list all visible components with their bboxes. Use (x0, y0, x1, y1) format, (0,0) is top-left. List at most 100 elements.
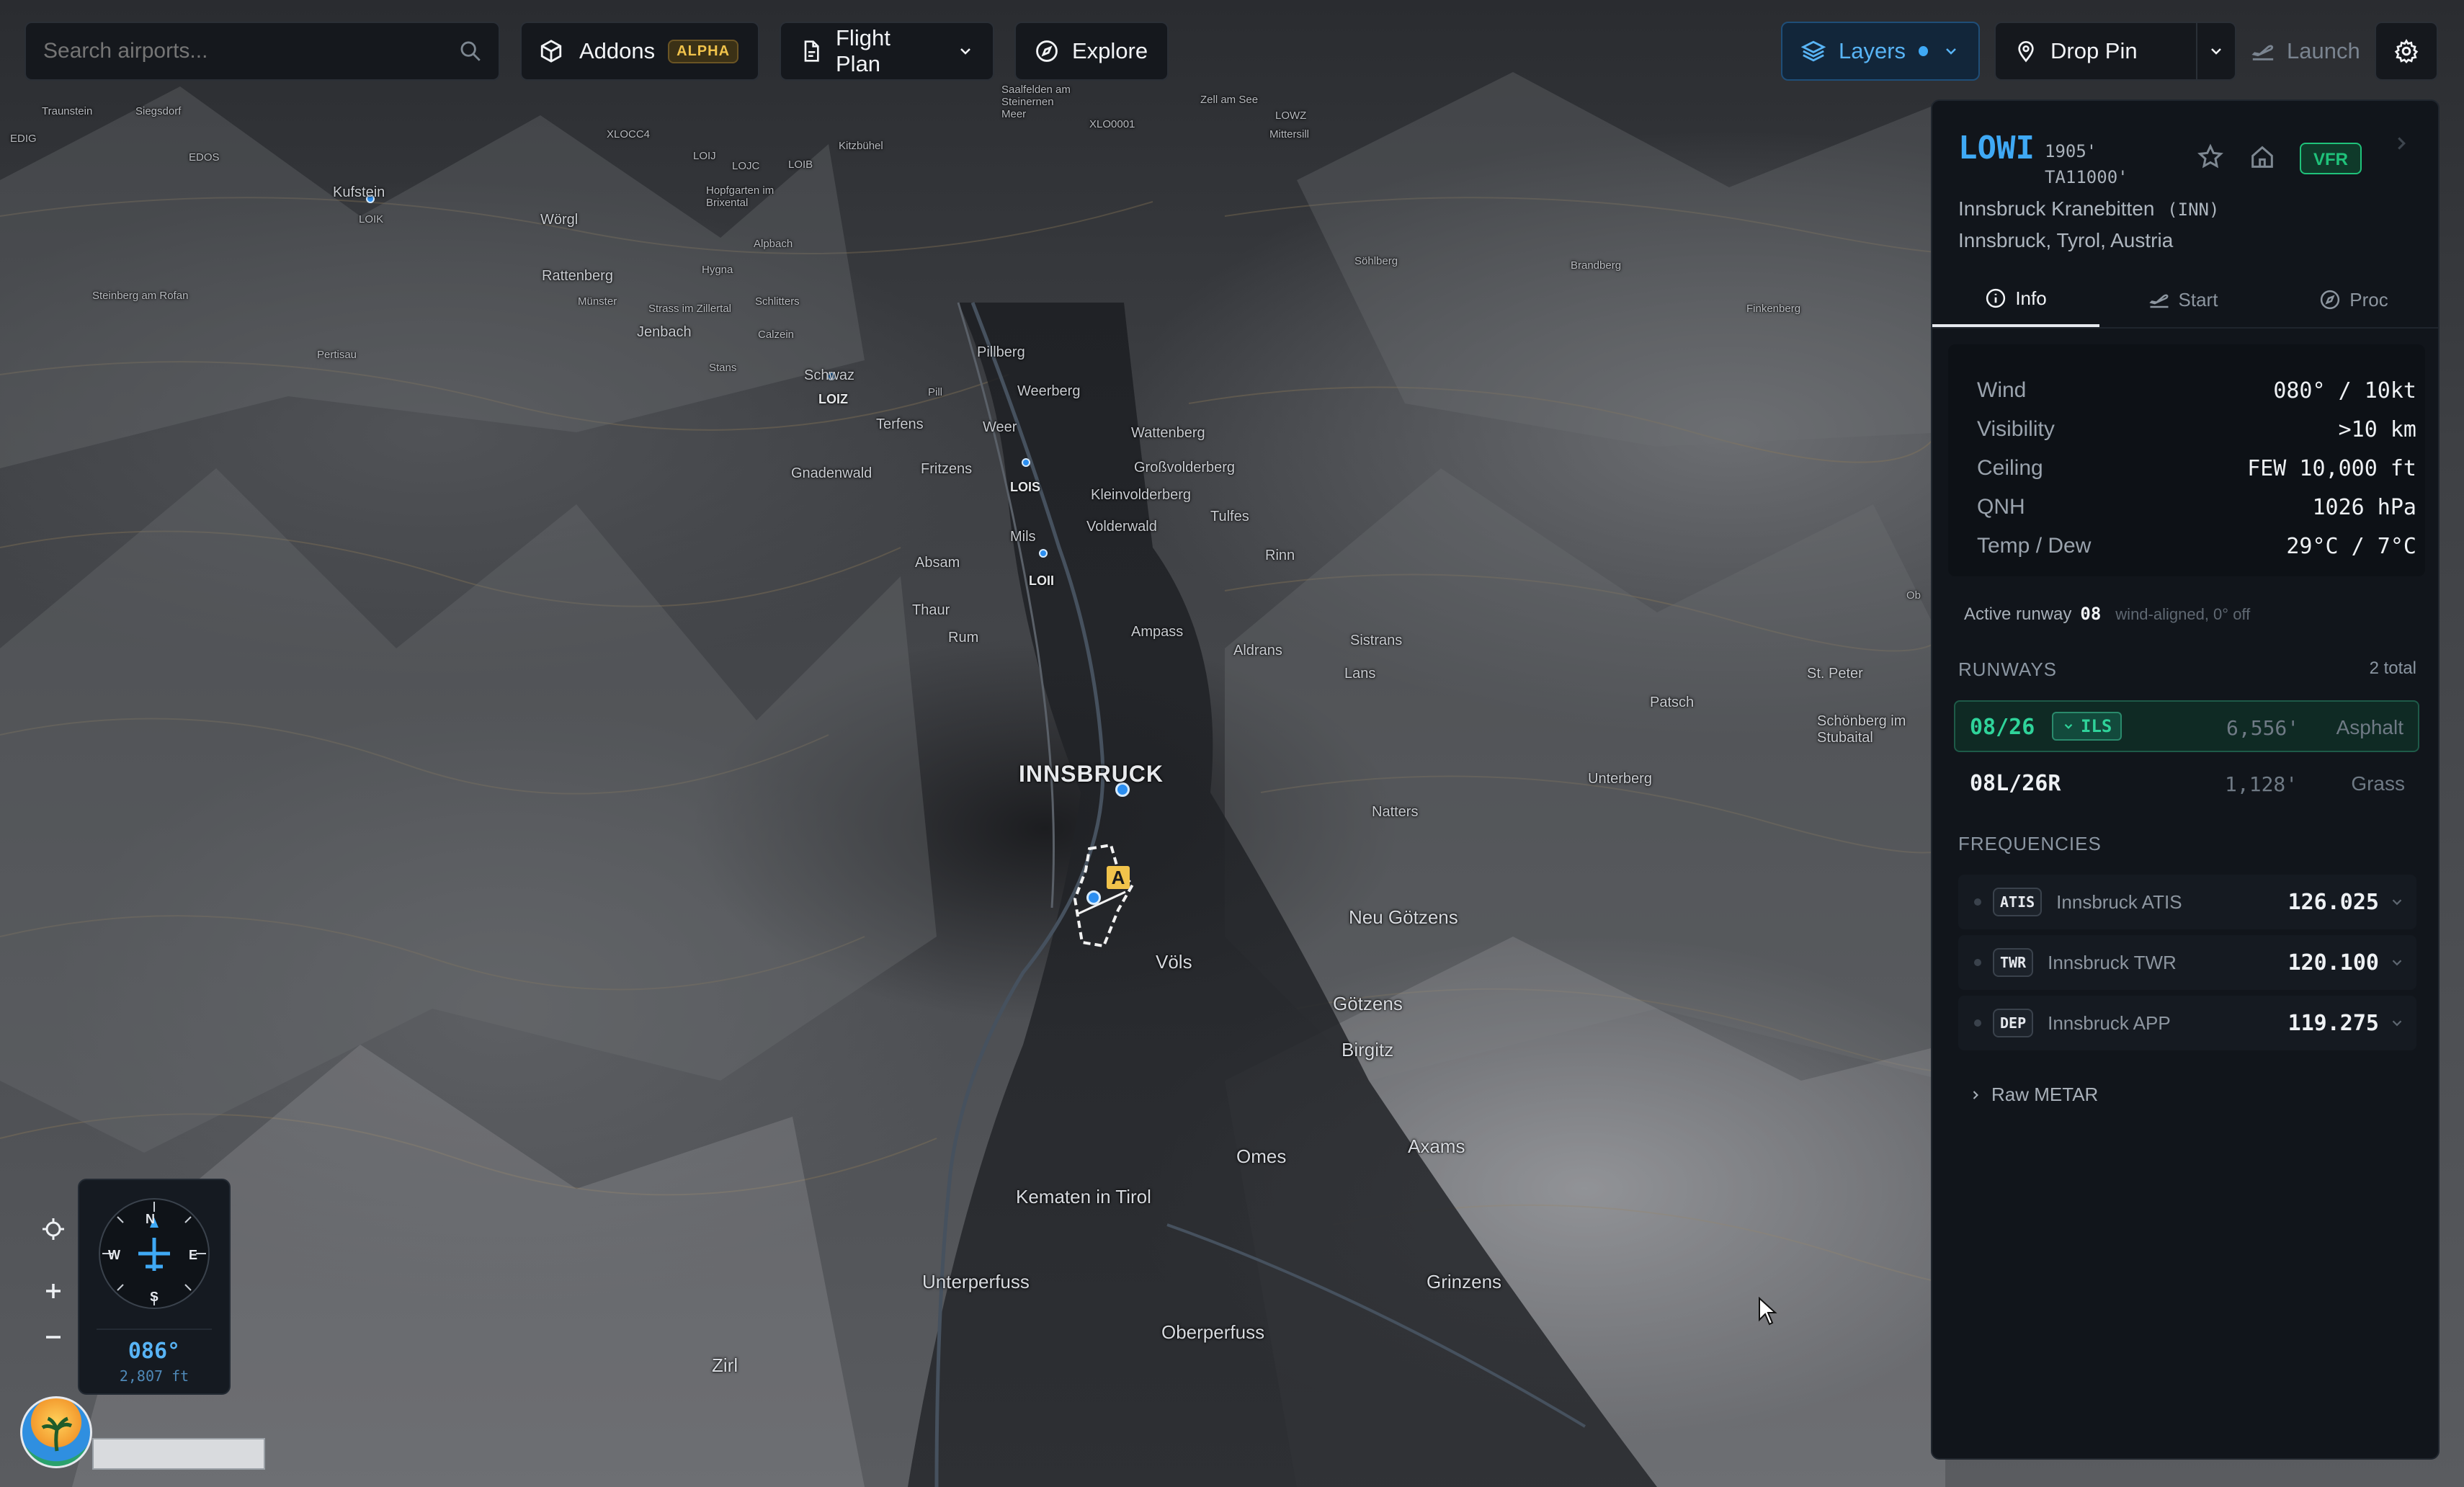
frequency-row[interactable]: TWR Innsbruck TWR 120.100 (1958, 935, 2416, 990)
frequency-value: 119.275 (2287, 1010, 2379, 1036)
airport-code-label: LOIZ (818, 392, 848, 406)
frequency-row[interactable]: ATIS Innsbruck ATIS 126.025 (1958, 875, 2416, 929)
runways-total: 2 total (2369, 658, 2416, 678)
place-label: Neu Götzens (1349, 906, 1458, 928)
plus-icon (46, 1284, 61, 1298)
runway-row[interactable]: 08L/26R 1,128' Grass (1954, 756, 2419, 808)
place-label: Schlitters (755, 295, 800, 308)
place-label: Lans (1344, 666, 1376, 682)
drop-pin-dropdown-button[interactable] (2196, 22, 2236, 81)
frequency-name: Innsbruck APP (2048, 1012, 2171, 1034)
active-runway-label: Active runway (1964, 604, 2072, 624)
weather-value: 29°C / 7°C (2286, 533, 2416, 559)
map-pin-icon (2018, 41, 2034, 63)
city-label: INNSBRUCK (1019, 761, 1164, 787)
home-icon[interactable] (2248, 143, 2277, 171)
place-label: Pill (928, 386, 943, 398)
layers-active-dot (1919, 46, 1928, 56)
place-label: Absam (915, 555, 960, 571)
compass-icon (2321, 290, 2340, 310)
addons-button[interactable]: Addons ALPHA (520, 22, 759, 81)
place-label: LOIK (359, 213, 384, 225)
frequency-dot (1974, 898, 1981, 906)
airport-dot-loii[interactable] (1039, 549, 1048, 558)
place-label: Mittersill (1269, 128, 1309, 140)
place-label: Rattenberg (542, 268, 613, 284)
raw-metar-toggle[interactable]: Raw METAR (1968, 1084, 2098, 1106)
chevron-down-icon (1946, 48, 1956, 55)
compass-letter-s: S (150, 1290, 159, 1304)
place-label: Strass im Zillertal (648, 303, 732, 315)
airport-dot-lois[interactable] (1022, 458, 1030, 467)
runway-id: 08L/26R (1970, 771, 2061, 796)
avatar[interactable] (20, 1396, 92, 1468)
weather-value: 1026 hPa (2312, 494, 2417, 520)
chevron-down-icon (2064, 723, 2073, 729)
altitude-readout: 2,807 ft (119, 1367, 189, 1385)
place-label: Hopfgarten im Brixental (706, 184, 775, 209)
zoom-out-button[interactable] (30, 1316, 76, 1359)
airport-diagram[interactable]: A (1068, 841, 1154, 950)
place-label: Axams (1408, 1135, 1465, 1157)
place-label: XLO0001 (1089, 118, 1135, 130)
search-input[interactable] (42, 38, 458, 64)
runway-surface: Grass (2351, 772, 2405, 795)
search-box[interactable] (24, 22, 500, 81)
tab-start[interactable]: Start (2099, 272, 2267, 327)
tab-proc[interactable]: Proc (2267, 272, 2438, 327)
frequency-value: 126.025 (2287, 889, 2379, 915)
place-label: Völs (1156, 951, 1192, 973)
flight-plan-button[interactable]: Flight Plan (780, 22, 994, 81)
zoom-in-button[interactable] (30, 1269, 76, 1313)
heading-box: 086° 2,807 ft (97, 1329, 212, 1388)
frequency-tag: TWR (1993, 948, 2034, 977)
explore-button[interactable]: Explore (1014, 22, 1169, 81)
tab-info-label: Info (2015, 287, 2047, 309)
place-label: LOJC (732, 160, 760, 172)
airport-location: Innsbruck, Tyrol, Austria (1958, 229, 2174, 251)
airport-marker-icon[interactable]: A (1107, 866, 1130, 889)
airplane-takeoff-icon (2251, 45, 2274, 61)
frequency-name: Innsbruck ATIS (2056, 890, 2182, 913)
layers-button[interactable]: Layers (1781, 22, 1980, 81)
place-label: Ob (1906, 589, 1921, 602)
airport-code-label: LOIS (1010, 480, 1041, 494)
place-label: Schwaz (804, 367, 855, 383)
runway-row[interactable]: 08/26 ILS 6,556' Asphalt (1954, 700, 2419, 752)
chevron-down-icon (2211, 48, 2221, 55)
transition-altitude: TA11000' (2045, 167, 2128, 187)
frequency-row[interactable]: DEP Innsbruck APP 119.275 (1958, 996, 2416, 1050)
search-icon[interactable] (458, 39, 483, 63)
launch-button[interactable]: Launch (2233, 22, 2372, 81)
airport-iata: (INN) (2167, 200, 2220, 220)
airport-code-label: LOII (1029, 573, 1054, 588)
place-label: Fritzens (921, 461, 973, 477)
map-controls (13, 1207, 71, 1380)
locate-button[interactable] (30, 1207, 76, 1251)
star-icon[interactable] (2196, 143, 2225, 171)
ils-badge[interactable]: ILS (2052, 712, 2122, 741)
chevron-right-icon[interactable] (2391, 133, 2412, 154)
place-label: Tulfes (1210, 509, 1249, 524)
airport-icao: LOWI (1958, 130, 2035, 166)
takeoff-icon (2148, 294, 2169, 308)
place-label: Saalfelden am Steinernen Meer (1001, 84, 1071, 120)
airport-position-dot[interactable] (1086, 890, 1101, 905)
frequency-tag: ATIS (1993, 888, 2043, 916)
minus-icon (46, 1336, 61, 1339)
tab-info[interactable]: Info (1932, 272, 2099, 327)
launch-label: Launch (2287, 38, 2360, 63)
weather-value: FEW 10,000 ft (2247, 455, 2416, 481)
chevron-down-icon (960, 48, 970, 55)
place-label: Großvolderberg (1134, 460, 1236, 475)
addons-label: Addons (579, 38, 656, 63)
weather-key: QNH (1977, 495, 2025, 519)
drop-pin-button[interactable]: Drop Pin (1994, 22, 2197, 81)
weather-key: Temp / Dew (1977, 534, 2092, 558)
gear-icon (2394, 39, 2419, 64)
place-label: Siegsdorf (135, 105, 182, 117)
weather-row-qnh: QNH 1026 hPa (1977, 490, 2416, 524)
compass-widget[interactable]: N E S W 086° 2,807 ft (78, 1179, 231, 1395)
active-runway-value: 08 (2080, 604, 2102, 624)
settings-button[interactable] (2375, 22, 2438, 81)
